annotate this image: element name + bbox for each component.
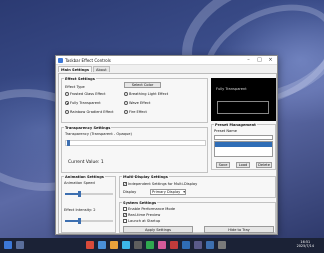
radio-label: Fire Effect: [129, 110, 147, 114]
radio-label: Frosted Glass Effect: [70, 92, 106, 96]
main-settings-panel: Effect Settings Effect Type Select Color…: [58, 73, 277, 234]
minimize-button[interactable]: –: [244, 56, 253, 64]
save-preset-button[interactable]: Save: [216, 162, 230, 168]
radio-breathing-light[interactable]: Breathing Light Effect: [124, 92, 168, 96]
checkbox-indicator: ✓: [123, 182, 127, 186]
app-window: Taskbar Effect Controls – □ × Main Setti…: [55, 55, 278, 235]
radio-fully-transparent[interactable]: Fully Transparent: [65, 101, 101, 105]
preset-list-selected-row[interactable]: [215, 142, 272, 147]
taskbar-app-icon[interactable]: [98, 241, 106, 249]
animation-speed-slider[interactable]: [65, 191, 113, 197]
start-icon[interactable]: [4, 241, 12, 249]
display-select[interactable]: Primary Display ▾: [150, 189, 186, 195]
preview-text: Fully Transparent: [216, 87, 247, 91]
taskbar-app-icon[interactable]: [110, 241, 118, 249]
radio-label: Fully Transparent: [70, 101, 101, 105]
radio-indicator: [65, 101, 69, 105]
transparency-slider-label: Transparency (Transparent - Opaque): [65, 132, 132, 136]
transparency-slider-thumb[interactable]: [67, 140, 70, 146]
chevron-down-icon: ▾: [183, 190, 185, 194]
title-bar[interactable]: Taskbar Effect Controls – □ ×: [56, 56, 277, 65]
hide-to-tray-button[interactable]: Hide to Tray: [204, 226, 274, 233]
radio-label: Breathing Light Effect: [129, 92, 169, 96]
radio-indicator: [124, 110, 128, 114]
real-time-preview-checkbox[interactable]: ✓ Real-time Preview: [123, 213, 160, 217]
taskbar-app-icon[interactable]: [182, 241, 190, 249]
window-title: Taskbar Effect Controls: [65, 57, 111, 63]
multi-display-settings-group: Multi-Display Settings ✓ Independent Sett…: [119, 175, 276, 198]
load-preset-button[interactable]: Load: [236, 162, 250, 168]
performance-mode-checkbox[interactable]: Enable Performance Mode: [123, 207, 175, 211]
radio-label: Rainbow Gradient Effect: [70, 110, 114, 114]
launch-at-startup-checkbox[interactable]: Launch at Startup: [123, 219, 160, 223]
effect-settings-group: Effect Settings Effect Type Select Color…: [61, 77, 208, 123]
radio-indicator: [65, 92, 69, 96]
tab-about[interactable]: About: [93, 66, 110, 72]
checkbox-label: Real-time Preview: [128, 213, 161, 217]
animation-speed-label: Animation Speed: [64, 181, 95, 185]
transparency-settings-label: Transparency Settings: [64, 126, 112, 130]
system-settings-label: System Settings: [122, 201, 158, 205]
effect-intensity-slider[interactable]: [65, 218, 113, 224]
maximize-button[interactable]: □: [255, 56, 264, 64]
taskbar-app-icon[interactable]: [16, 241, 24, 249]
radio-label: Wave Effect: [129, 101, 151, 105]
preview-frame: [217, 101, 269, 114]
taskbar-app-icon[interactable]: [122, 241, 130, 249]
radio-rainbow-gradient[interactable]: Rainbow Gradient Effect: [65, 110, 114, 114]
preset-management-label: Preset Management: [214, 123, 257, 127]
effect-intensity-label: Effect Intensity: 2: [64, 208, 96, 212]
taskbar: 16:51 2025/7/14: [0, 238, 324, 253]
taskbar-app-icon[interactable]: [158, 241, 166, 249]
checkbox-label: Enable Performance Mode: [128, 207, 176, 211]
transparency-settings-group: Transparency Settings Transparency (Tran…: [61, 126, 208, 173]
taskbar-app-icon[interactable]: [134, 241, 142, 249]
tab-main-settings[interactable]: Main Settings: [58, 66, 93, 72]
display-select-value: Primary Display: [152, 190, 181, 194]
animation-settings-group: Animation Settings Animation Speed Effec…: [61, 175, 116, 233]
preset-name-label: Preset Name: [214, 129, 237, 133]
preset-name-input[interactable]: [214, 135, 273, 140]
system-settings-group: System Settings Enable Performance Mode …: [119, 201, 276, 233]
multi-display-settings-label: Multi-Display Settings: [122, 175, 169, 179]
effect-type-label: Effect Type: [65, 85, 85, 89]
select-color-button[interactable]: Select Color: [124, 82, 161, 88]
checkbox-indicator: [123, 219, 127, 223]
radio-indicator: [124, 92, 128, 96]
independent-settings-checkbox[interactable]: ✓ Independent Settings for Multi-Display: [123, 182, 197, 186]
radio-indicator: [124, 101, 128, 105]
checkbox-indicator: ✓: [123, 213, 127, 217]
delete-preset-button[interactable]: Delete: [256, 162, 272, 168]
tab-strip: Main Settings About: [56, 65, 277, 72]
radio-frosted-glass[interactable]: Frosted Glass Effect: [65, 92, 106, 96]
clock-date: 2025/7/14: [296, 244, 314, 249]
radio-indicator: [65, 110, 69, 114]
slider-thumb[interactable]: [77, 218, 81, 224]
close-button[interactable]: ×: [266, 56, 275, 64]
taskbar-app-icon[interactable]: [206, 241, 214, 249]
taskbar-app-icon[interactable]: [218, 241, 226, 249]
taskbar-app-icon[interactable]: [86, 241, 94, 249]
taskbar-app-icon[interactable]: [194, 241, 202, 249]
app-icon: [58, 57, 63, 63]
current-value-text: Current Value: 1: [68, 160, 104, 165]
checkbox-indicator: [123, 207, 127, 211]
animation-settings-label: Animation Settings: [64, 175, 105, 179]
taskbar-app-icon[interactable]: [170, 241, 178, 249]
effect-preview: Fully Transparent: [211, 78, 276, 121]
effect-settings-label: Effect Settings: [64, 77, 96, 81]
radio-wave[interactable]: Wave Effect: [124, 101, 150, 105]
transparency-slider[interactable]: [65, 140, 206, 146]
checkbox-label: Launch at Startup: [128, 219, 161, 223]
slider-thumb[interactable]: [77, 191, 81, 197]
display-label: Display: [123, 190, 137, 194]
preset-management-group: Preset Management Preset Name Save Load …: [211, 123, 276, 170]
preset-list[interactable]: [214, 141, 273, 157]
apply-settings-button[interactable]: Apply Settings: [123, 226, 193, 233]
taskbar-clock[interactable]: 16:51 2025/7/14: [297, 240, 314, 249]
radio-fire[interactable]: Fire Effect: [124, 110, 147, 114]
taskbar-app-icon[interactable]: [146, 241, 154, 249]
checkbox-label: Independent Settings for Multi-Display: [128, 182, 198, 186]
